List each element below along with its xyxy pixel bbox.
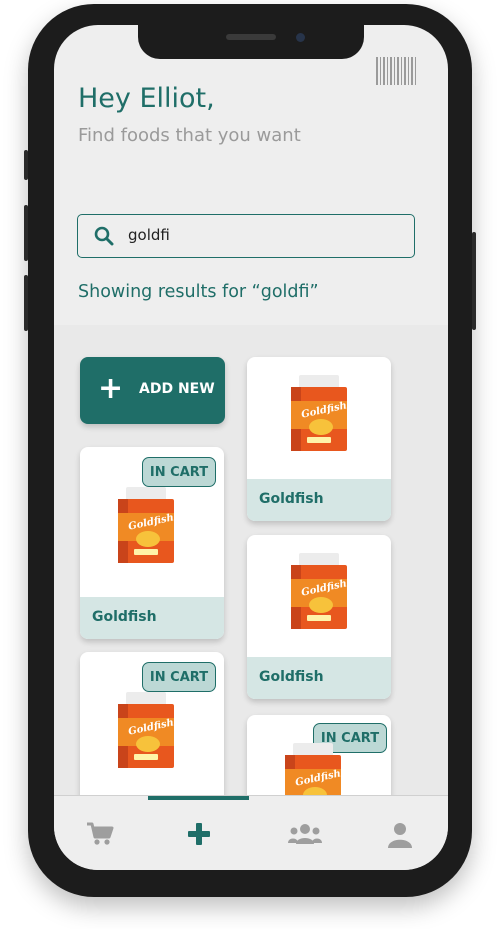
front-camera — [296, 33, 305, 42]
in-cart-badge: IN CART — [142, 662, 216, 692]
nav-add[interactable] — [187, 822, 211, 850]
power-button — [472, 232, 476, 330]
cart-icon — [87, 822, 114, 845]
product-name: Goldfish — [92, 609, 157, 625]
search-icon — [94, 226, 114, 246]
nav-cart[interactable] — [86, 822, 114, 850]
add-new-label: ADD NEW — [139, 381, 215, 397]
product-name: Goldfish — [259, 669, 324, 685]
volume-down-button — [24, 275, 28, 331]
product-card[interactable]: IN CART Goldfish — [247, 715, 391, 795]
notch — [138, 25, 364, 59]
results-heading: Showing results for “goldfi” — [78, 282, 319, 302]
plus-icon: + — [98, 371, 124, 406]
in-cart-badge: IN CART — [142, 457, 216, 487]
speaker — [226, 34, 276, 40]
product-label-bar: Goldfish — [80, 597, 224, 639]
nav-groups[interactable] — [288, 822, 322, 850]
product-card[interactable]: Goldfish Goldfish — [247, 357, 391, 521]
product-label-bar: Goldfish — [247, 657, 391, 699]
mute-switch — [24, 150, 28, 180]
search-input[interactable] — [128, 223, 398, 247]
group-icon — [288, 824, 322, 844]
app-screen: Hey Elliot, Find foods that you want Sho… — [54, 25, 448, 870]
profile-icon — [388, 823, 412, 848]
greeting-title: Hey Elliot, — [78, 83, 215, 114]
add-new-button[interactable]: + ADD NEW — [80, 357, 225, 424]
search-bar[interactable] — [77, 214, 415, 258]
barcode-scan-icon[interactable] — [376, 57, 418, 85]
product-name: Goldfish — [259, 491, 324, 507]
product-card[interactable]: IN CART Goldfish Goldfish — [80, 447, 224, 639]
product-card[interactable]: IN CART Goldfish — [80, 652, 224, 795]
greeting-subtitle: Find foods that you want — [78, 125, 301, 146]
volume-up-button — [24, 205, 28, 261]
plus-icon — [188, 823, 210, 845]
product-label-bar: Goldfish — [247, 479, 391, 521]
active-tab-indicator — [148, 796, 249, 800]
product-card[interactable]: Goldfish Goldfish — [247, 535, 391, 699]
bottom-nav-bar — [54, 795, 448, 870]
nav-profile[interactable] — [387, 822, 413, 852]
product-grid: + ADD NEW Goldfish Goldfish IN CART Gold… — [54, 325, 448, 795]
